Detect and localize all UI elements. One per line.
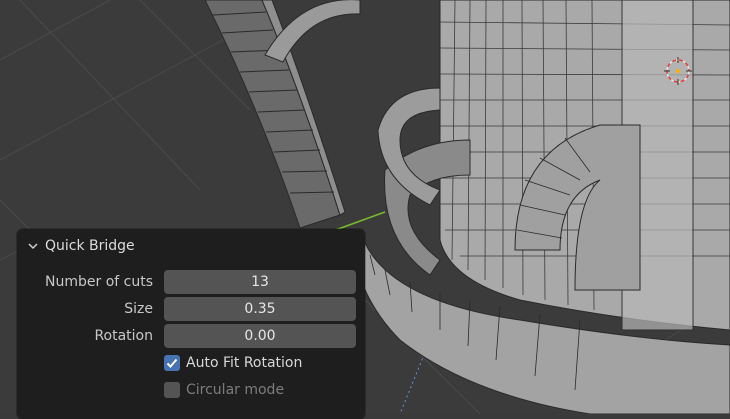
number-of-cuts-label: Number of cuts: [45, 274, 153, 290]
rotation-label: Rotation: [94, 328, 153, 344]
number-of-cuts-row: Number of cuts 13: [17, 270, 365, 294]
circular-mode-label: Circular mode: [186, 382, 285, 398]
rotation-row: Rotation 0.00: [17, 324, 365, 348]
size-row: Size 0.35: [17, 297, 365, 321]
circular-mode-option[interactable]: Circular mode: [164, 379, 284, 401]
circular-mode-checkbox[interactable]: [164, 382, 180, 398]
size-field[interactable]: 0.35: [164, 297, 356, 321]
rotation-field[interactable]: 0.00: [164, 324, 356, 348]
panel-header[interactable]: Quick Bridge: [27, 235, 135, 257]
auto-fit-rotation-option[interactable]: Auto Fit Rotation: [164, 352, 302, 374]
quick-bridge-panel: Quick Bridge Number of cuts 13 Size 0.35…: [17, 229, 365, 419]
panel-title: Quick Bridge: [45, 238, 135, 254]
chevron-down-icon[interactable]: [27, 240, 39, 252]
auto-fit-rotation-checkbox[interactable]: [164, 355, 180, 371]
size-label: Size: [124, 301, 153, 317]
number-of-cuts-field[interactable]: 13: [164, 270, 356, 294]
check-icon: [166, 358, 178, 368]
auto-fit-rotation-label: Auto Fit Rotation: [186, 355, 303, 371]
